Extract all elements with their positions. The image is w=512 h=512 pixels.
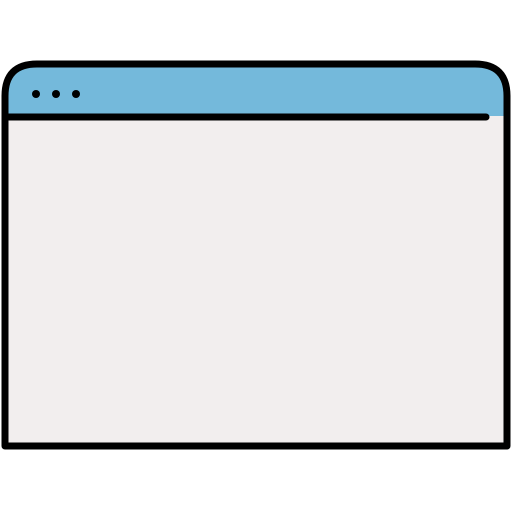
browser-window-icon (0, 0, 512, 512)
window-control-dot-1[interactable] (32, 90, 40, 98)
window-control-dot-2[interactable] (52, 90, 60, 98)
window-title-bar (5, 64, 507, 116)
browser-window-graphic (1, 60, 511, 450)
window-content-area (5, 116, 507, 446)
window-control-dot-3[interactable] (72, 90, 80, 98)
